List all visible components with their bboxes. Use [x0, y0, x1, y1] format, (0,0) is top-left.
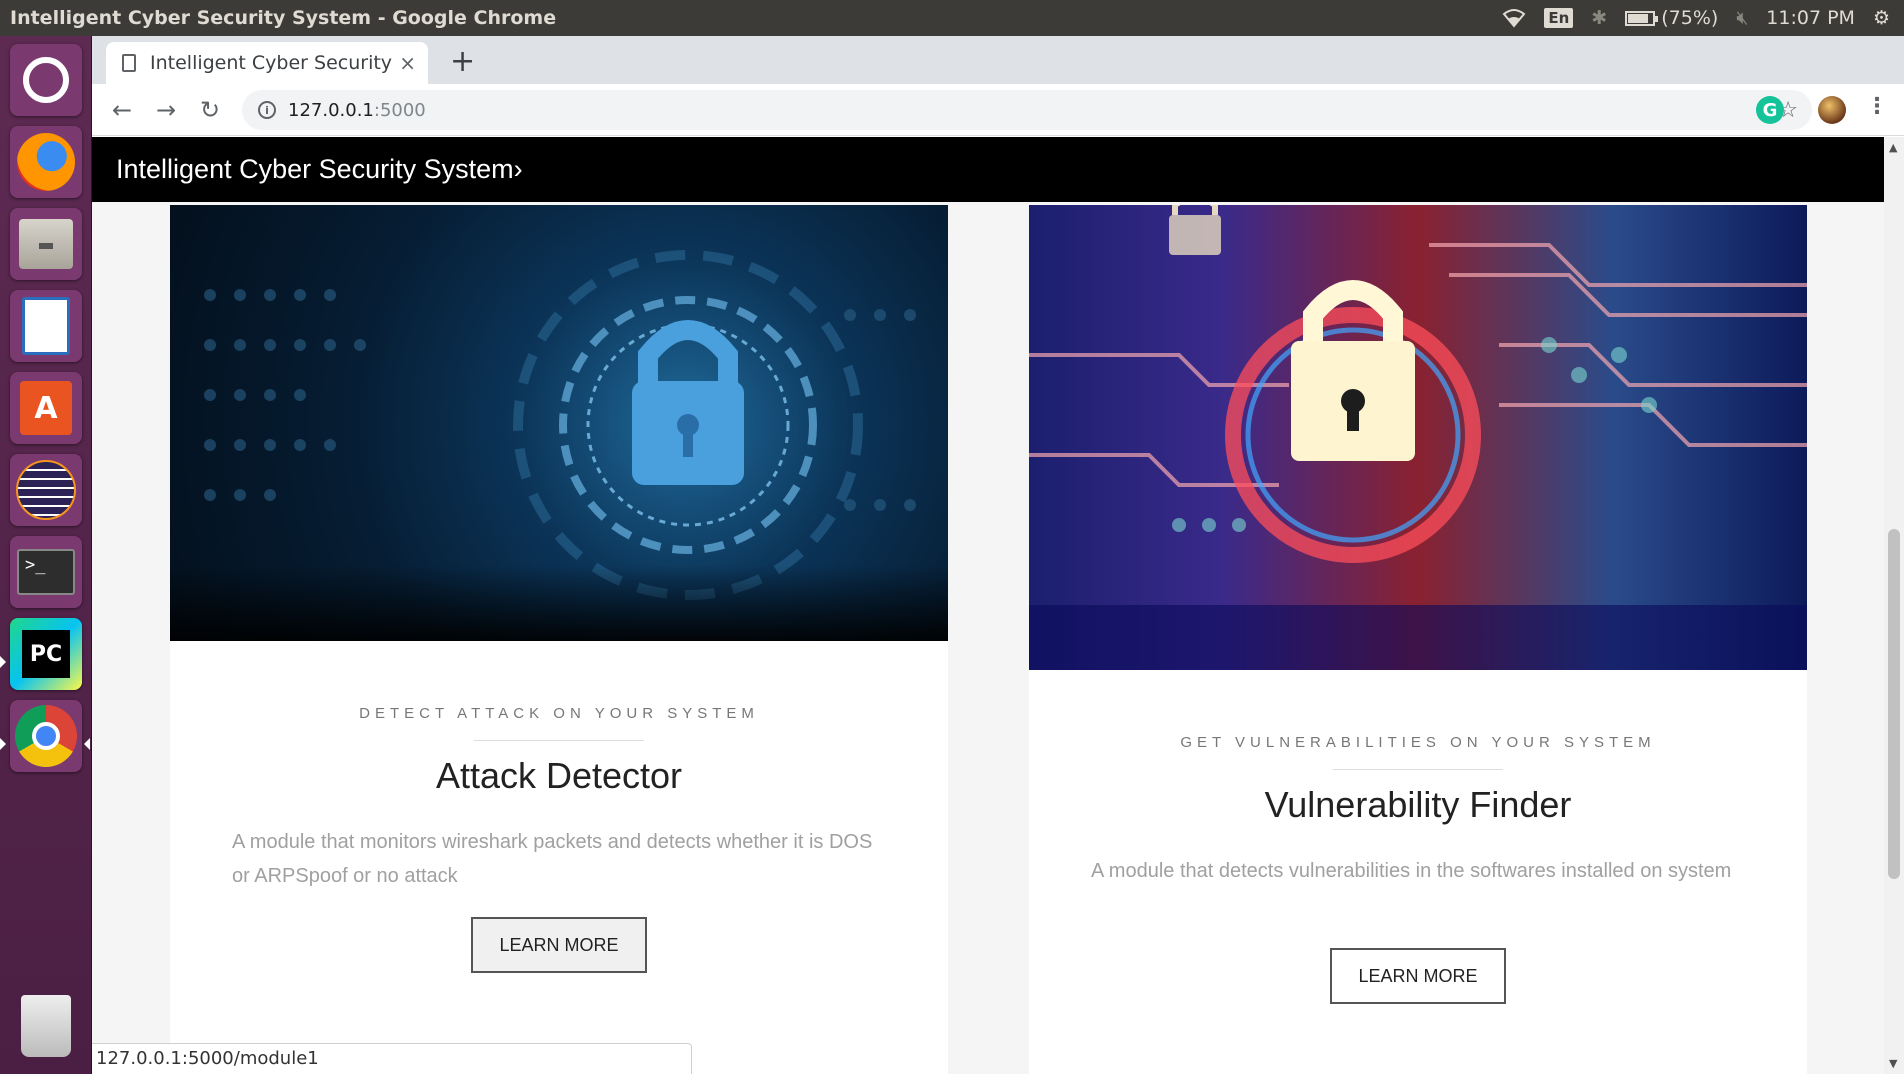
- card-description: A module that monitors wireshark packets…: [232, 831, 873, 887]
- browser-toolbar: ← → ↻ i 127.0.0.1:5000 ☆ G ⋮: [92, 84, 1904, 136]
- page-scrollbar[interactable]: ▲ ▼: [1884, 137, 1904, 1074]
- launcher-ubuntu-dash[interactable]: [10, 44, 82, 116]
- bluetooth-icon[interactable]: ✱: [1591, 7, 1607, 29]
- module-card-attack-detector: DETECT ATTACK ON YOUR SYSTEM Attack Dete…: [170, 205, 948, 1074]
- padlock-circuit-image: [1029, 205, 1807, 670]
- grammarly-extension-icon[interactable]: G: [1756, 96, 1784, 124]
- card-title: Attack Detector: [435, 755, 683, 796]
- running-indicator: [0, 656, 6, 668]
- url-host: 127.0.0.1: [288, 99, 374, 121]
- eclipse-icon: [16, 460, 76, 520]
- volume-muted-icon[interactable]: 🔇︎: [1736, 7, 1748, 29]
- profile-avatar[interactable]: [1818, 96, 1846, 124]
- card-divider: [474, 740, 644, 741]
- battery-fill: [1628, 14, 1648, 23]
- launcher-chrome[interactable]: [10, 700, 82, 772]
- settings-gear-icon[interactable]: ⚙: [1873, 7, 1890, 29]
- page-viewport: Intelligent Cyber Security System› DETEC…: [92, 137, 1904, 1074]
- file-cabinet-icon: [19, 219, 73, 269]
- keyboard-layout-indicator[interactable]: En: [1544, 8, 1574, 28]
- scroll-down-arrow-icon[interactable]: ▼: [1889, 1057, 1897, 1070]
- browser-tab[interactable]: Intelligent Cyber Security ×: [106, 42, 428, 84]
- url-port: :5000: [373, 99, 426, 121]
- focused-indicator: [84, 738, 90, 750]
- learn-more-button[interactable]: LEARN MORE: [1330, 948, 1506, 1004]
- card-subtitle: GET VULNERABILITIES ON YOUR SYSTEM: [1180, 734, 1656, 751]
- back-button[interactable]: ←: [100, 96, 144, 124]
- card-description: A module that detects vulnerabilities in…: [1091, 860, 1732, 882]
- launcher-terminal[interactable]: >_: [10, 536, 82, 608]
- learn-more-button[interactable]: LEARN MORE: [471, 917, 647, 973]
- shopping-bag-icon: A: [20, 381, 72, 435]
- launcher-writer[interactable]: [10, 290, 82, 362]
- battery-icon: [1625, 11, 1659, 26]
- reload-button[interactable]: ↻: [188, 96, 232, 124]
- top-panel: Intelligent Cyber Security System - Goog…: [0, 0, 1904, 36]
- card-divider: [1333, 769, 1503, 770]
- close-tab-icon[interactable]: ×: [399, 51, 416, 75]
- running-indicator: [0, 738, 6, 750]
- link-status-bubble: 127.0.0.1:5000/module1: [92, 1043, 692, 1074]
- tab-strip: Intelligent Cyber Security × +: [92, 36, 1904, 84]
- chrome-icon: [15, 705, 77, 767]
- ubuntu-logo-icon: [23, 57, 69, 103]
- site-brand-link[interactable]: Intelligent Cyber Security System›: [116, 154, 523, 185]
- pycharm-icon: PC: [22, 630, 70, 678]
- card-image: [170, 205, 948, 641]
- tab-title: Intelligent Cyber Security: [150, 52, 393, 74]
- clock[interactable]: 11:07 PM: [1766, 7, 1855, 29]
- forward-button[interactable]: →: [144, 96, 188, 124]
- battery-indicator[interactable]: (75%): [1625, 7, 1718, 29]
- site-info-icon[interactable]: i: [258, 101, 276, 119]
- site-header: Intelligent Cyber Security System›: [92, 137, 1884, 202]
- terminal-icon: >_: [17, 549, 75, 595]
- launcher-firefox[interactable]: [10, 126, 82, 198]
- new-tab-button[interactable]: +: [450, 42, 475, 82]
- launcher-files[interactable]: [10, 208, 82, 280]
- trash-icon: [21, 995, 71, 1057]
- page-favicon-icon: [122, 54, 136, 72]
- scrollbar-thumb[interactable]: [1888, 529, 1900, 879]
- card-title: Vulnerability Finder: [1264, 784, 1572, 825]
- launcher-software-center[interactable]: A: [10, 372, 82, 444]
- unity-launcher: A >_ PC: [0, 36, 92, 1074]
- launcher-eclipse[interactable]: [10, 454, 82, 526]
- battery-percent: (75%): [1661, 7, 1719, 29]
- chrome-window: Intelligent Cyber Security × + ← → ↻ i 1…: [92, 36, 1904, 1074]
- card-image: [1029, 205, 1807, 670]
- card-subtitle: DETECT ATTACK ON YOUR SYSTEM: [359, 705, 759, 722]
- launcher-trash[interactable]: [10, 990, 82, 1062]
- firefox-icon: [17, 133, 75, 191]
- address-bar[interactable]: i 127.0.0.1:5000 ☆: [242, 90, 1812, 130]
- module-card-vulnerability-finder: GET VULNERABILITIES ON YOUR SYSTEM Vulne…: [1029, 205, 1807, 1074]
- launcher-pycharm[interactable]: PC: [10, 618, 82, 690]
- writer-document-icon: [22, 297, 70, 355]
- window-title: Intelligent Cyber Security System - Goog…: [10, 7, 557, 29]
- system-tray: En ✱ (75%) 🔇︎ 11:07 PM ⚙: [1502, 7, 1904, 29]
- scroll-up-arrow-icon[interactable]: ▲: [1889, 141, 1897, 154]
- wifi-icon[interactable]: [1502, 8, 1526, 28]
- chrome-menu-button[interactable]: ⋮: [1866, 94, 1888, 119]
- padlock-cyber-image: [170, 250, 948, 641]
